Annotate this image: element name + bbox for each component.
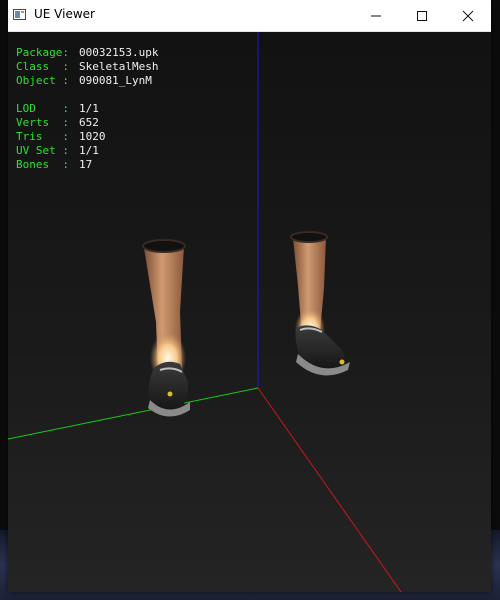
maximize-icon bbox=[417, 11, 427, 21]
ue-viewer-window: UE Viewer Package: 00032153.upk Class: … bbox=[8, 0, 491, 592]
axis-x-line bbox=[257, 387, 402, 592]
app-window-icon bbox=[13, 9, 26, 20]
info-class-value: SkeletalMesh bbox=[79, 60, 159, 73]
info-bones-label: Bones : bbox=[16, 158, 69, 171]
info-tris-label: Tris : bbox=[16, 130, 69, 143]
maximize-button[interactable] bbox=[399, 0, 445, 31]
info-object-label: Object : bbox=[16, 74, 69, 87]
info-bones-value: 17 bbox=[79, 158, 93, 171]
info-class-row: Class : SkeletalMesh bbox=[16, 60, 158, 74]
close-icon bbox=[462, 10, 474, 22]
info-uvset-row: UV Set : 1/1 bbox=[16, 144, 158, 158]
info-lod-value: 1/1 bbox=[79, 102, 99, 115]
window-title: UE Viewer bbox=[34, 7, 95, 21]
info-package-value: 00032153.upk bbox=[79, 46, 159, 59]
info-bones-row: Bones : 17 bbox=[16, 158, 158, 172]
axis-y-line bbox=[8, 387, 259, 440]
info-package-label: Package: bbox=[16, 46, 69, 59]
info-uvset-value: 1/1 bbox=[79, 144, 99, 157]
info-lod-row: LOD : 1/1 bbox=[16, 102, 158, 116]
info-lod-label: LOD : bbox=[16, 102, 69, 115]
right-boot-model bbox=[290, 231, 350, 376]
info-object-value: 090081_LynM bbox=[79, 74, 152, 87]
info-object-row: Object : 090081_LynM bbox=[16, 74, 158, 88]
info-tris-row: Tris : 1020 bbox=[16, 130, 158, 144]
minimize-button[interactable] bbox=[353, 0, 399, 31]
info-tris-value: 1020 bbox=[79, 130, 106, 143]
info-package-row: Package: 00032153.upk bbox=[16, 46, 158, 60]
info-verts-label: Verts : bbox=[16, 116, 69, 129]
info-verts-value: 652 bbox=[79, 116, 99, 129]
left-boot-model bbox=[142, 239, 190, 417]
close-button[interactable] bbox=[445, 0, 491, 31]
3d-viewport[interactable]: Package: 00032153.upk Class : SkeletalMesh… bbox=[8, 32, 491, 592]
mesh-info-overlay: Package: 00032153.upk Class : SkeletalMesh… bbox=[16, 46, 158, 172]
info-class-label: Class : bbox=[16, 60, 69, 73]
minimize-icon bbox=[371, 15, 381, 17]
title-bar[interactable]: UE Viewer bbox=[8, 0, 491, 32]
info-uvset-label: UV Set : bbox=[16, 144, 69, 157]
info-verts-row: Verts : 652 bbox=[16, 116, 158, 130]
